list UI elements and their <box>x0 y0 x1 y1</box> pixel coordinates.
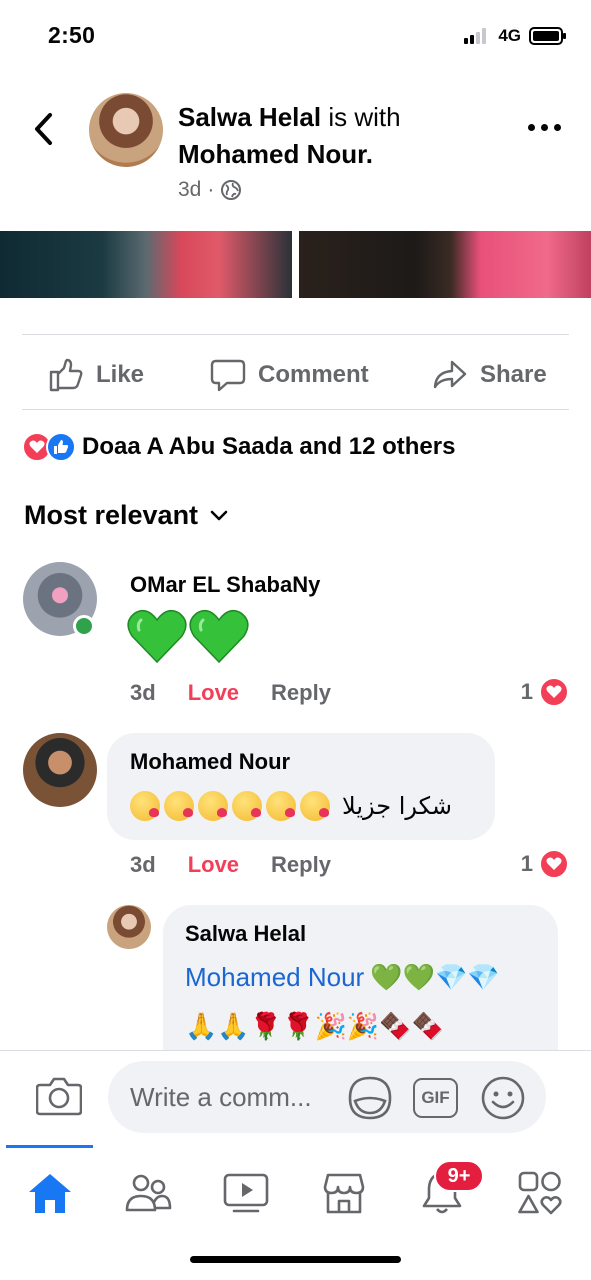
sort-dropdown[interactable]: Most relevant <box>24 500 228 531</box>
thumbs-up-icon <box>49 358 83 392</box>
sort-label: Most relevant <box>24 500 199 530</box>
share-button[interactable]: Share <box>432 355 547 395</box>
comment-actions: 3d Love Reply <box>130 852 331 878</box>
watch-icon <box>223 1173 269 1213</box>
kissing-face-emoji <box>300 791 330 821</box>
comment-time[interactable]: 3d <box>130 680 156 706</box>
comment-text-row: Mohamed Nour 💚💚💎💎 <box>185 962 500 993</box>
comment-text: شكرا جزيلا <box>342 792 452 820</box>
more-dot <box>528 124 535 131</box>
marketplace-icon <box>323 1173 365 1214</box>
kissing-face-emoji <box>198 791 228 821</box>
chevron-left-icon <box>35 113 52 145</box>
reaction-count: 1 <box>520 679 533 704</box>
sticker-button[interactable] <box>347 1075 393 1121</box>
battery-icon <box>529 27 566 45</box>
like-reaction-icon <box>46 432 76 462</box>
online-indicator <box>73 615 95 637</box>
divider <box>22 409 569 410</box>
home-indicator <box>190 1256 401 1263</box>
comment-author[interactable]: OMar EL ShabaNy <box>130 572 320 598</box>
comment-author[interactable]: Salwa Helal <box>185 921 306 947</box>
home-icon <box>29 1174 71 1213</box>
nav-marketplace[interactable] <box>318 1167 370 1219</box>
comment-emoji-line: 🙏🙏🌹🌹🎉🎉🍫🍫 <box>185 1012 444 1042</box>
comment-reaction-count[interactable]: 1 <box>521 677 569 707</box>
with-text: is with <box>328 102 401 132</box>
comment-text-row: شكرا جزيلا <box>130 791 452 821</box>
smiley-icon <box>481 1076 525 1120</box>
comment-placeholder: Write a comm... <box>130 1081 312 1112</box>
nav-friends[interactable] <box>122 1167 174 1219</box>
reactions-summary[interactable]: Doaa A Abu Saada and 12 others <box>22 432 455 462</box>
nav-home[interactable] <box>24 1167 76 1219</box>
post-photo-1[interactable] <box>0 231 292 298</box>
author-name[interactable]: Salwa Helal <box>178 102 321 132</box>
status-icons: 4G <box>464 26 567 46</box>
like-button[interactable]: Like <box>48 355 144 395</box>
kissing-face-emoji <box>266 791 296 821</box>
sticker-icon <box>348 1076 392 1120</box>
author-avatar[interactable] <box>89 93 163 167</box>
menu-icon <box>518 1171 562 1215</box>
post-author-line: Salwa Helal is with <box>178 102 401 133</box>
comment-time[interactable]: 3d <box>130 852 156 878</box>
comment-button[interactable]: Comment <box>210 355 369 395</box>
comment-emoji-line: 💚💚💎💎 <box>370 962 500 993</box>
love-button[interactable]: Love <box>188 680 239 706</box>
comment-reaction-count[interactable]: 1 <box>521 849 569 879</box>
nav-watch[interactable] <box>220 1167 272 1219</box>
nav-menu[interactable] <box>514 1167 566 1219</box>
gif-label: GIF <box>421 1088 450 1107</box>
comment-icon <box>210 359 246 392</box>
post-meta: 3d · <box>178 178 242 202</box>
more-dot <box>541 124 548 131</box>
post-photo-2[interactable] <box>299 231 591 298</box>
signal-icon <box>464 28 487 44</box>
status-time: 2:50 <box>48 22 96 48</box>
more-options-button[interactable] <box>528 124 561 131</box>
tagged-name[interactable]: Mohamed Nour. <box>178 139 373 170</box>
chevron-down-icon <box>210 510 228 520</box>
kissing-face-emoji <box>164 791 194 821</box>
back-button[interactable] <box>28 110 60 148</box>
post-time[interactable]: 3d <box>178 178 201 202</box>
divider <box>22 334 569 335</box>
mention-link[interactable]: Mohamed Nour <box>185 962 364 993</box>
camera-button[interactable] <box>36 1076 82 1116</box>
gif-button[interactable]: GIF <box>413 1078 458 1118</box>
emoji-button[interactable] <box>480 1075 526 1121</box>
comment-author[interactable]: Mohamed Nour <box>130 749 290 775</box>
network-type: 4G <box>498 26 521 45</box>
share-label: Share <box>480 361 547 388</box>
comment-content-emoji <box>127 608 249 664</box>
comment-label: Comment <box>258 361 369 388</box>
reaction-count: 1 <box>520 851 533 876</box>
kissing-face-emoji <box>232 791 262 821</box>
reply-button[interactable]: Reply <box>271 680 331 706</box>
active-tab-indicator <box>6 1145 93 1148</box>
love-button[interactable]: Love <box>188 852 239 878</box>
commenter-avatar[interactable] <box>23 733 97 807</box>
meta-separator: · <box>207 178 215 201</box>
friends-icon <box>125 1174 172 1212</box>
like-label: Like <box>96 361 145 388</box>
green-heart-emoji <box>127 609 187 664</box>
reactions-text: Doaa A Abu Saada and 12 others <box>82 433 456 460</box>
share-icon <box>433 360 467 389</box>
camera-icon <box>36 1077 82 1116</box>
love-reaction-icon <box>539 677 569 707</box>
kissing-face-emoji <box>130 791 160 821</box>
notification-badge: 9+ <box>434 1160 484 1192</box>
globe-icon <box>221 180 242 200</box>
reply-button[interactable]: Reply <box>271 852 331 878</box>
green-heart-emoji <box>189 609 249 664</box>
comment-actions: 3d Love Reply <box>130 680 331 706</box>
love-reaction-icon <box>539 849 569 879</box>
more-dot <box>554 124 561 131</box>
commenter-avatar[interactable] <box>107 905 151 949</box>
